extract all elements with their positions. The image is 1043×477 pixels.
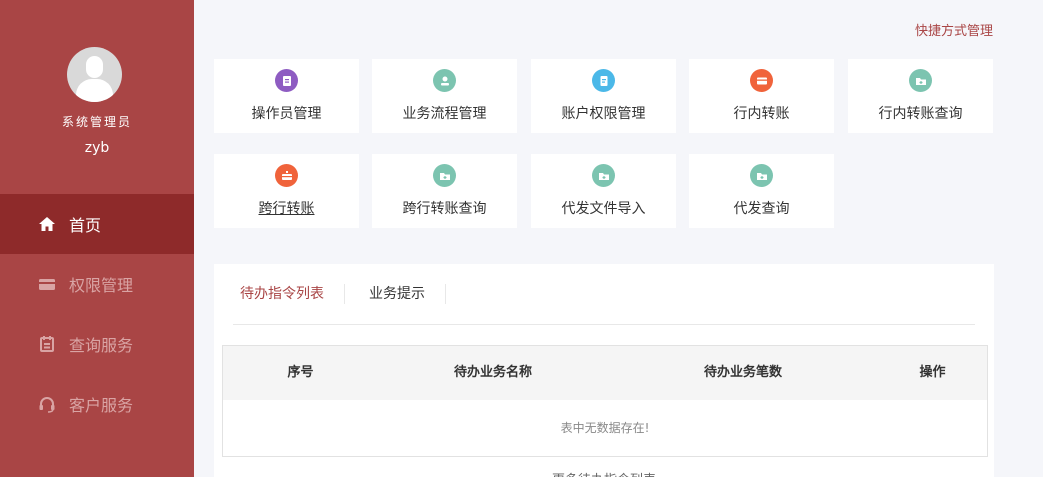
tile-payroll-query[interactable]: 代发查询 — [689, 154, 834, 228]
operator-icon — [275, 69, 298, 92]
more-todo-link[interactable]: 更多待办指令列表 — [214, 469, 994, 477]
table-header: 序号 待办业务名称 待办业务笔数 操作 — [223, 346, 987, 400]
avatar-head — [86, 56, 103, 78]
tile-label: 跨行转账 — [258, 201, 315, 217]
tile-payroll-import[interactable]: 代发文件导入 — [531, 154, 676, 228]
user-name: zyb — [84, 140, 110, 156]
column-header: 待办业务名称 — [453, 365, 532, 380]
tile-label: 操作员管理 — [251, 106, 322, 122]
tab-todo-list[interactable]: 待办指令列表 — [240, 284, 345, 304]
nav-item-query[interactable]: 查询服务 — [0, 314, 194, 374]
tile-flow-manage[interactable]: 业务流程管理 — [372, 59, 517, 133]
avatar-body — [76, 79, 113, 102]
main-content: 快捷方式管理 操作员管理 业务流程管理 账户权限管理 行内转账 行内转账查询 跨… — [194, 0, 1043, 477]
tab-divider — [233, 324, 975, 325]
user-role: 系统管理员 — [61, 115, 132, 129]
tile-operator-manage[interactable]: 操作员管理 — [214, 59, 359, 133]
tile-internal-transfer-query[interactable]: 行内转账查询 — [848, 59, 993, 133]
tile-internal-transfer[interactable]: 行内转账 — [689, 59, 834, 133]
flow-icon — [433, 69, 456, 92]
card-icon — [750, 69, 773, 92]
tile-interbank-transfer-query[interactable]: 跨行转账查询 — [372, 154, 517, 228]
tile-label: 代发文件导入 — [561, 201, 646, 217]
shortcut-manage-link[interactable]: 快捷方式管理 — [915, 20, 993, 39]
folder-icon — [592, 164, 615, 187]
tile-label: 行内转账查询 — [878, 106, 963, 122]
tile-label: 跨行转账查询 — [402, 201, 487, 217]
nav-item-label: 首页 — [69, 216, 102, 235]
todo-table: 序号 待办业务名称 待办业务笔数 操作 表中无数据存在! — [222, 345, 988, 457]
document-icon — [592, 69, 615, 92]
tile-account-permission[interactable]: 账户权限管理 — [531, 59, 676, 133]
nav-item-label: 查询服务 — [69, 336, 134, 355]
folder-icon — [909, 69, 932, 92]
avatar — [67, 47, 122, 102]
transfer-icon — [275, 164, 298, 187]
tile-label: 业务流程管理 — [402, 106, 487, 122]
sidebar: 系统管理员 zyb 首页 权限管理 查询服务 客户服务 — [0, 0, 194, 477]
tile-interbank-transfer[interactable]: 跨行转账 — [214, 154, 359, 228]
panel-tabs: 待办指令列表 业务提示 — [214, 284, 446, 306]
nav-item-label: 权限管理 — [69, 276, 134, 295]
column-header: 操作 — [919, 365, 946, 380]
card-icon — [38, 275, 56, 293]
column-header: 待办业务笔数 — [703, 365, 782, 380]
nav-item-home[interactable]: 首页 — [0, 194, 194, 254]
folder-icon — [750, 164, 773, 187]
tab-business-tips[interactable]: 业务提示 — [369, 284, 446, 304]
nav-item-label: 客户服务 — [69, 396, 134, 415]
folder-icon — [433, 164, 456, 187]
column-header: 序号 — [287, 365, 314, 380]
tile-label: 代发查询 — [733, 201, 790, 217]
home-icon — [38, 215, 56, 233]
calendar-icon — [38, 335, 56, 353]
todo-panel: 待办指令列表 业务提示 序号 待办业务名称 待办业务笔数 操作 表中无数据存在!… — [214, 264, 994, 477]
table-empty-message: 表中无数据存在! — [560, 421, 650, 435]
tile-label: 账户权限管理 — [561, 106, 646, 122]
nav-item-permissions[interactable]: 权限管理 — [0, 254, 194, 314]
tile-label: 行内转账 — [733, 106, 790, 122]
headset-icon — [38, 395, 56, 413]
nav-item-customer[interactable]: 客户服务 — [0, 374, 194, 434]
